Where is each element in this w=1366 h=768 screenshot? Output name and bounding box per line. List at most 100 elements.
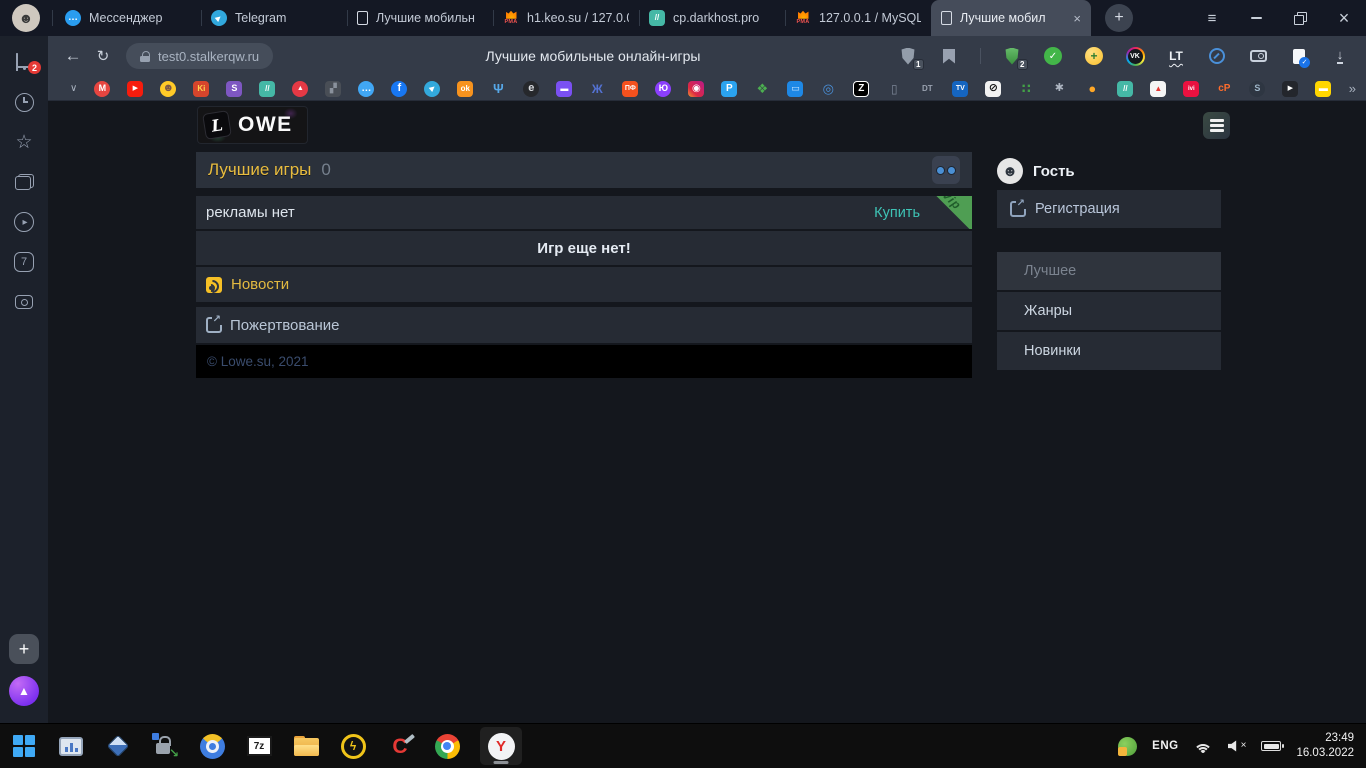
bookmark-odnoklassniki-icon[interactable]: ok [457,81,473,97]
taskbar-chromium-icon[interactable] [198,728,226,764]
bookmark-yoomoney-icon[interactable]: Ю [655,81,671,97]
menu-item-best[interactable]: Лучшее [997,252,1221,290]
restore-button[interactable] [1278,0,1322,36]
menu-item-new[interactable]: Новинки [997,332,1221,370]
bookmark-comet-icon[interactable]: ✱ [1051,81,1067,97]
bookmark-tv-blue-icon[interactable]: TV [952,81,968,97]
docs-check-extension-icon[interactable]: ✓ [1289,46,1309,66]
bookmark-no-entry-icon[interactable]: ⊘ [985,81,1001,97]
tools-extension-icon[interactable] [1207,46,1227,66]
taskbar-ccleaner-icon[interactable]: C [386,728,414,764]
taskbar-start-icon[interactable] [10,728,38,764]
taskbar-chrome-icon[interactable] [433,728,461,764]
bookmark-z-black-icon[interactable]: Z [853,81,869,97]
browser-menu-button[interactable]: ≡ [1190,0,1234,36]
bookmark-p-blue-icon[interactable]: P [721,81,737,97]
alice-icon[interactable]: ▲ [9,676,39,706]
back-button[interactable]: ← [58,41,88,71]
binoculars-button[interactable] [932,156,960,184]
bookmark-chat-bubble-icon[interactable]: … [358,81,374,97]
tab-5[interactable]: //cp.darkhost.pro [639,0,785,36]
like-extension-icon[interactable]: ✓ [1043,46,1063,66]
register-link[interactable]: Регистрация [1035,201,1120,217]
bookmark-flame-icon[interactable]: ▲ [1150,81,1166,97]
tab-1[interactable]: …Мессенджер [55,0,201,36]
rail-collections-icon[interactable] [0,162,48,202]
protection-shield-icon[interactable]: 1 [898,46,918,66]
bookmark-rocket-icon[interactable]: ▲ [292,81,308,97]
volume-muted-icon[interactable]: × [1228,740,1247,752]
bookmark-s-dark-icon[interactable]: S [1249,81,1265,97]
address-bar[interactable]: test0.stalkerqw.ru [126,43,273,69]
news-link-row[interactable]: Новости [196,267,972,302]
news-link[interactable]: Новости [231,276,289,293]
bookmark-laugh-emoji-icon[interactable]: ☻ [160,81,176,97]
rail-add-button[interactable]: + [9,634,39,664]
tab-4[interactable]: PMAh1.keo.su / 127.0.0 [493,0,639,36]
rail-history-icon[interactable] [0,82,48,122]
bookmark-orange-blob-icon[interactable]: ● [1084,81,1100,97]
vk-extension-icon[interactable]: VK [1125,46,1145,66]
bookmarks-overflow-icon[interactable]: » [1349,81,1356,96]
bookmark-pf-orange-icon[interactable]: ПФ [622,81,638,97]
bookmark-antenna-icon[interactable]: Ψ [490,81,506,97]
bookmark-edge-dark-icon[interactable]: e [523,81,539,97]
bookmark-ms-squares-icon[interactable]: ❖ [754,81,770,97]
bookmark-dark-photo-icon[interactable]: ▞ [325,81,341,97]
bookmark-cpanel-icon[interactable]: cP [1216,81,1232,97]
bookmark-darkhost-icon[interactable]: // [259,81,275,97]
tray-antivirus-icon[interactable]: + [1118,737,1137,756]
bookmark-purple-app-icon[interactable]: ▬ [556,81,572,97]
donation-link-row[interactable]: ↗ Пожертвование [196,307,972,343]
tab-3[interactable]: Лучшие мобильн [347,0,493,36]
bookmark-dt-icon[interactable]: DT [919,81,935,97]
bookmark-radio-waves-icon[interactable]: ◎ [820,81,836,97]
bookmark-play-dark-icon[interactable]: ▶ [1282,81,1298,97]
rail-seven-widget-icon[interactable]: 7 [0,242,48,282]
chevron-down-icon[interactable]: ∨ [70,83,77,94]
bookmark-green-clover-icon[interactable]: ∷ [1018,81,1034,97]
taskbar-daemon-tools-icon[interactable]: ϟ [339,728,367,764]
menu-item-genres[interactable]: Жанры [997,292,1221,330]
minimize-button[interactable] [1234,0,1278,36]
languagetool-extension-icon[interactable]: LT [1166,46,1186,66]
taskbar-system-monitor-icon[interactable] [57,728,85,764]
clock[interactable]: 23:49 16.03.2022 [1296,731,1354,761]
taskbar-7zip-icon[interactable]: 7z [245,728,273,764]
rail-favorites-icon[interactable]: ☆ [0,122,48,162]
tab-close-icon[interactable]: × [1073,11,1081,26]
refresh-button[interactable]: ↻ [88,41,118,71]
bookmark-monitor-blue-icon[interactable]: ▭ [787,81,803,97]
downloads-icon[interactable]: ↓ [1330,46,1350,66]
buy-link[interactable]: Купить [874,196,920,229]
bookmark-darkhost-2-icon[interactable]: // [1117,81,1133,97]
profile-avatar[interactable]: ☻ [12,4,40,32]
bookmark-ki-icon[interactable]: Ki [193,81,209,97]
tag-extension-icon[interactable] [1248,46,1268,66]
bookmark-youtube-icon[interactable]: ▶ [127,81,143,97]
tab-7[interactable]: Лучшие мобил× [931,0,1091,36]
adguard-shield-icon[interactable]: 2 [1002,46,1022,66]
wifi-icon[interactable] [1194,739,1213,753]
bookmark-m-red-icon[interactable]: M [94,81,110,97]
bookmark-gray-page-icon[interactable]: ▯ [886,81,902,97]
new-tab-button[interactable]: + [1105,4,1133,32]
taskbar-file-explorer-icon[interactable] [292,728,320,764]
taskbar-yandex-browser-icon[interactable]: Y [480,727,522,765]
taskbar-virtualbox-icon[interactable] [104,728,132,764]
donation-link[interactable]: Пожертвование [230,317,340,334]
rail-screenshot-icon[interactable] [0,282,48,322]
bookmark-flag-icon[interactable] [939,46,959,66]
bookmark-s-purple-icon[interactable]: S [226,81,242,97]
tab-2[interactable]: ▶Telegram [201,0,347,36]
register-link-row[interactable]: ↗ Регистрация [997,190,1221,228]
bookmark-telegram-icon[interactable]: ▶ [424,81,440,97]
coin-extension-icon[interactable]: + [1084,46,1104,66]
rail-notifications-icon[interactable]: 2 [0,42,48,82]
bookmark-pixel-monster-icon[interactable]: Ж [589,81,605,97]
rail-video-icon[interactable]: ▸ [0,202,48,242]
taskbar-veracrypt-icon[interactable]: ↘ [151,728,179,764]
close-button[interactable]: × [1322,0,1366,36]
bookmark-instagram-icon[interactable]: ◉ [688,81,704,97]
language-indicator[interactable]: ENG [1152,740,1178,752]
